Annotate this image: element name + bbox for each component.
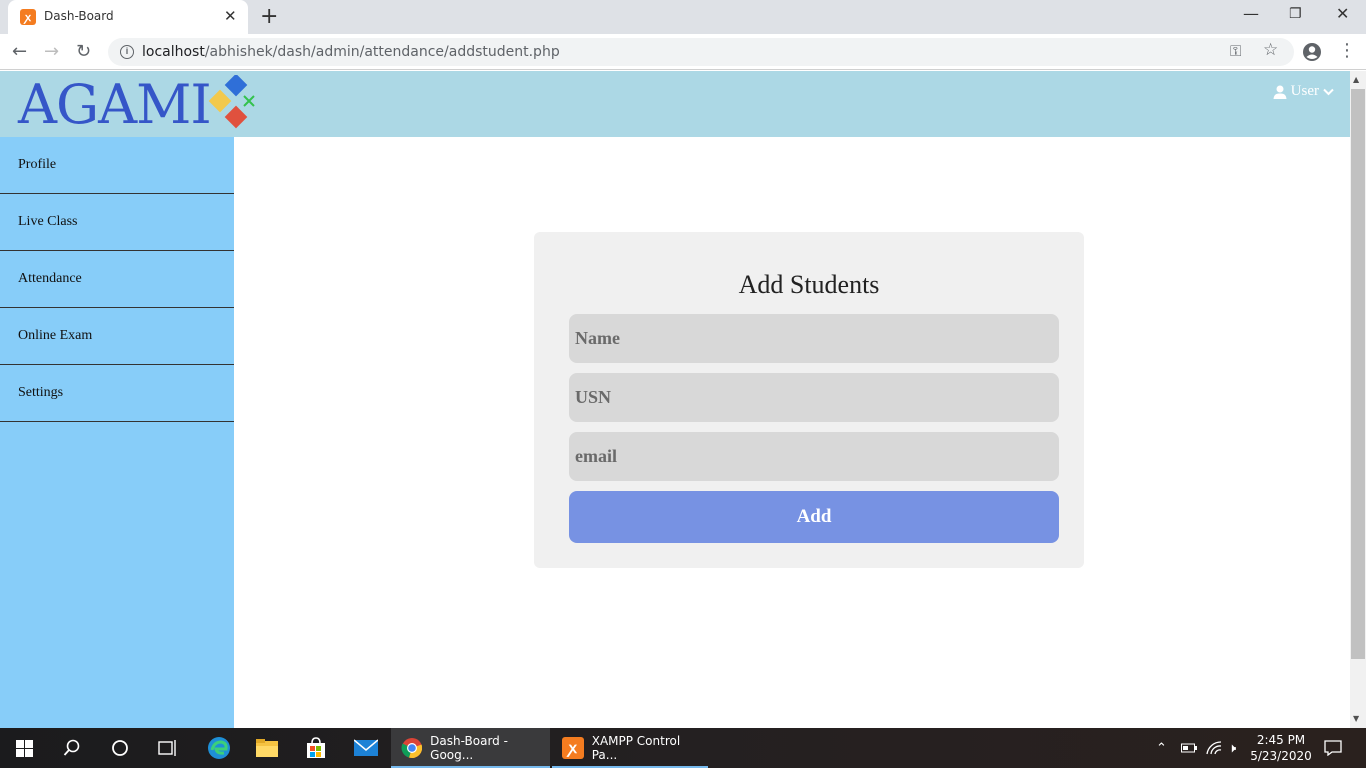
form-title: Add Students: [738, 270, 880, 299]
taskbar-app-chrome[interactable]: Dash-Board - Goog...: [391, 728, 550, 768]
edge-browser-icon[interactable]: [196, 728, 242, 768]
windows-taskbar: Dash-Board - Goog... ꭗ XAMPP Control Pa.…: [0, 728, 1366, 768]
page-scrollbar[interactable]: ▲ ▼: [1350, 71, 1366, 728]
notification-center-icon[interactable]: [1324, 728, 1342, 768]
search-icon[interactable]: [48, 728, 96, 768]
clock-time: 2:45 PM: [1256, 733, 1306, 747]
volume-icon[interactable]: 🕨: [1228, 728, 1236, 768]
page-header: AGAMI User: [0, 71, 1350, 137]
address-bar[interactable]: i localhost/abhishek/dash/admin/attendan…: [108, 38, 1294, 66]
new-tab-button[interactable]: +: [260, 4, 278, 29]
minimize-window-icon[interactable]: —: [1243, 4, 1259, 23]
sidebar-item-label: Attendance: [18, 271, 82, 286]
wifi-icon[interactable]: [1206, 728, 1222, 768]
name-input[interactable]: [569, 314, 1059, 363]
agami-logo-mark-icon: [208, 75, 255, 129]
microsoft-store-icon[interactable]: [292, 728, 340, 768]
browser-tab-strip: ꭗ Dash-Board ✕ + — ❐ ✕: [0, 0, 1366, 34]
scroll-down-icon[interactable]: ▼: [1353, 714, 1359, 723]
restore-window-icon[interactable]: ❐: [1289, 6, 1302, 22]
clock-date: 5/23/2020: [1250, 749, 1312, 763]
chrome-icon: [401, 738, 423, 759]
bookmark-star-icon[interactable]: ☆: [1263, 40, 1278, 60]
reload-icon[interactable]: ↻: [76, 41, 91, 62]
file-explorer-icon[interactable]: [244, 728, 290, 768]
taskbar-app-xampp[interactable]: ꭗ XAMPP Control Pa...: [552, 728, 708, 768]
show-hidden-icons-icon[interactable]: ⌃: [1156, 728, 1167, 768]
sidebar-item-label: Settings: [18, 385, 64, 400]
profile-avatar-icon[interactable]: [1302, 42, 1322, 62]
site-info-icon[interactable]: i: [120, 45, 134, 59]
browser-tab[interactable]: ꭗ Dash-Board ✕: [8, 0, 248, 34]
task-view-icon[interactable]: [144, 728, 192, 768]
user-menu[interactable]: User: [1273, 83, 1334, 100]
tab-close-icon[interactable]: ✕: [224, 7, 237, 25]
sidebar-item-label: Live Class: [18, 214, 78, 229]
usn-input[interactable]: [569, 373, 1059, 422]
sidebar-item-profile[interactable]: Profile: [0, 137, 234, 194]
agami-logo-text: AGAMI: [18, 73, 212, 136]
add-button[interactable]: Add: [569, 491, 1059, 543]
sidebar-item-live-class[interactable]: Live Class: [0, 194, 234, 251]
email-input[interactable]: [569, 432, 1059, 481]
sidebar-item-online-exam[interactable]: Online Exam: [0, 308, 234, 365]
sidebar-item-settings[interactable]: Settings: [0, 365, 234, 422]
forward-arrow-icon[interactable]: →: [44, 41, 59, 62]
xampp-icon: ꭗ: [562, 737, 584, 759]
scroll-up-icon[interactable]: ▲: [1353, 75, 1359, 84]
cortana-icon[interactable]: [96, 728, 144, 768]
sidebar-item-label: Online Exam: [18, 328, 93, 343]
sidebar-item-attendance[interactable]: Attendance: [0, 251, 234, 308]
user-label: User: [1290, 83, 1319, 99]
mail-icon[interactable]: [342, 728, 390, 768]
battery-icon[interactable]: [1181, 728, 1197, 768]
system-clock[interactable]: 2:45 PM 5/23/2020: [1250, 732, 1312, 764]
sidebar-item-label: Profile: [18, 157, 57, 172]
xampp-favicon-icon: ꭗ: [20, 9, 36, 25]
tab-title: Dash-Board: [44, 9, 114, 23]
close-window-icon[interactable]: ✕: [1336, 4, 1349, 23]
chevron-down-icon: [1323, 88, 1334, 95]
taskbar-app-label: XAMPP Control Pa...: [591, 734, 681, 762]
sidebar: Profile Live Class Attendance Online Exa…: [0, 137, 234, 728]
user-icon: [1273, 85, 1287, 99]
browser-toolbar: ← → ↻ i localhost/abhishek/dash/admin/at…: [0, 34, 1366, 70]
windows-start-icon[interactable]: [0, 728, 48, 768]
taskbar-app-label: Dash-Board - Goog...: [430, 734, 508, 762]
add-student-card: Add Students Add: [534, 232, 1084, 568]
back-arrow-icon[interactable]: ←: [12, 41, 27, 62]
url-text: localhost/abhishek/dash/admin/attendance…: [142, 44, 560, 60]
scroll-thumb[interactable]: [1351, 89, 1365, 659]
browser-menu-icon[interactable]: ⋮: [1338, 40, 1356, 61]
key-icon[interactable]: ⚿: [1230, 42, 1241, 60]
